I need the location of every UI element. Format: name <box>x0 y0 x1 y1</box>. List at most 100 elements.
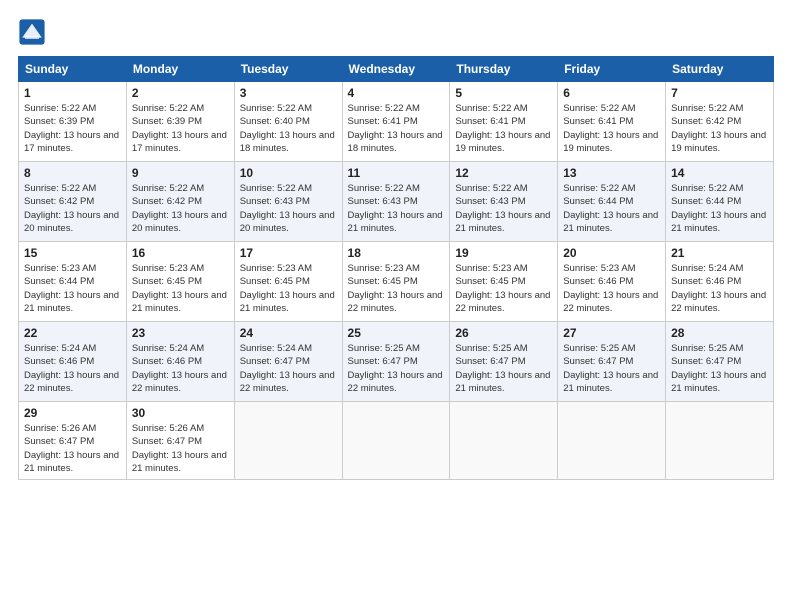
col-header-monday: Monday <box>126 57 234 82</box>
day-number: 3 <box>240 86 337 100</box>
day-info: Sunrise: 5:23 AMSunset: 6:46 PMDaylight:… <box>563 262 660 315</box>
day-number: 28 <box>671 326 768 340</box>
day-info: Sunrise: 5:24 AMSunset: 6:46 PMDaylight:… <box>671 262 768 315</box>
day-info: Sunrise: 5:22 AMSunset: 6:41 PMDaylight:… <box>563 102 660 155</box>
page: SundayMondayTuesdayWednesdayThursdayFrid… <box>0 0 792 612</box>
week-row-2: 8 Sunrise: 5:22 AMSunset: 6:42 PMDaylight… <box>19 162 774 242</box>
day-number: 5 <box>455 86 552 100</box>
calendar-cell: 17 Sunrise: 5:23 AMSunset: 6:45 PMDayligh… <box>234 242 342 322</box>
day-number: 13 <box>563 166 660 180</box>
day-number: 26 <box>455 326 552 340</box>
day-info: Sunrise: 5:22 AMSunset: 6:43 PMDaylight:… <box>455 182 552 235</box>
calendar-cell: 10Sunrise: 5:22 AMSunset: 6:43 PMDayligh… <box>234 162 342 242</box>
calendar-cell: 27Sunrise: 5:25 AMSunset: 6:47 PMDayligh… <box>558 322 666 402</box>
header <box>18 18 774 46</box>
calendar-cell: 2 Sunrise: 5:22 AMSunset: 6:39 PMDaylight… <box>126 82 234 162</box>
day-number: 12 <box>455 166 552 180</box>
day-info: Sunrise: 5:22 AMSunset: 6:41 PMDaylight:… <box>348 102 445 155</box>
day-info: Sunrise: 5:22 AMSunset: 6:43 PMDaylight:… <box>240 182 337 235</box>
day-number: 2 <box>132 86 229 100</box>
day-number: 15 <box>24 246 121 260</box>
calendar-cell: 6 Sunrise: 5:22 AMSunset: 6:41 PMDaylight… <box>558 82 666 162</box>
calendar-cell: 21 Sunrise: 5:24 AMSunset: 6:46 PMDayligh… <box>666 242 774 322</box>
calendar-cell: 26 Sunrise: 5:25 AMSunset: 6:47 PMDayligh… <box>450 322 558 402</box>
calendar-cell: 15 Sunrise: 5:23 AMSunset: 6:44 PMDayligh… <box>19 242 127 322</box>
calendar-cell: 28 Sunrise: 5:25 AMSunset: 6:47 PMDayligh… <box>666 322 774 402</box>
week-row-3: 15 Sunrise: 5:23 AMSunset: 6:44 PMDayligh… <box>19 242 774 322</box>
day-number: 16 <box>132 246 229 260</box>
day-number: 4 <box>348 86 445 100</box>
day-info: Sunrise: 5:26 AMSunset: 6:47 PMDaylight:… <box>24 422 121 475</box>
day-info: Sunrise: 5:22 AMSunset: 6:41 PMDaylight:… <box>455 102 552 155</box>
day-info: Sunrise: 5:23 AMSunset: 6:45 PMDaylight:… <box>240 262 337 315</box>
day-number: 1 <box>24 86 121 100</box>
calendar-cell: 9 Sunrise: 5:22 AMSunset: 6:42 PMDaylight… <box>126 162 234 242</box>
calendar: SundayMondayTuesdayWednesdayThursdayFrid… <box>18 56 774 480</box>
day-number: 9 <box>132 166 229 180</box>
week-row-4: 22 Sunrise: 5:24 AMSunset: 6:46 PMDayligh… <box>19 322 774 402</box>
calendar-cell <box>342 402 450 480</box>
day-info: Sunrise: 5:22 AMSunset: 6:42 PMDaylight:… <box>24 182 121 235</box>
logo <box>18 18 50 46</box>
calendar-cell: 18 Sunrise: 5:23 AMSunset: 6:45 PMDayligh… <box>342 242 450 322</box>
day-info: Sunrise: 5:24 AMSunset: 6:46 PMDaylight:… <box>132 342 229 395</box>
calendar-cell: 19 Sunrise: 5:23 AMSunset: 6:45 PMDayligh… <box>450 242 558 322</box>
day-number: 14 <box>671 166 768 180</box>
day-info: Sunrise: 5:25 AMSunset: 6:47 PMDaylight:… <box>671 342 768 395</box>
calendar-cell: 24 Sunrise: 5:24 AMSunset: 6:47 PMDayligh… <box>234 322 342 402</box>
day-number: 6 <box>563 86 660 100</box>
day-info: Sunrise: 5:22 AMSunset: 6:39 PMDaylight:… <box>24 102 121 155</box>
calendar-cell: 23Sunrise: 5:24 AMSunset: 6:46 PMDayligh… <box>126 322 234 402</box>
day-number: 19 <box>455 246 552 260</box>
calendar-cell: 1 Sunrise: 5:22 AMSunset: 6:39 PMDaylight… <box>19 82 127 162</box>
calendar-cell: 12 Sunrise: 5:22 AMSunset: 6:43 PMDayligh… <box>450 162 558 242</box>
col-header-sunday: Sunday <box>19 57 127 82</box>
calendar-cell: 25Sunrise: 5:25 AMSunset: 6:47 PMDayligh… <box>342 322 450 402</box>
calendar-cell <box>234 402 342 480</box>
day-number: 20 <box>563 246 660 260</box>
day-number: 11 <box>348 166 445 180</box>
logo-icon <box>18 18 46 46</box>
day-number: 27 <box>563 326 660 340</box>
day-info: Sunrise: 5:22 AMSunset: 6:44 PMDaylight:… <box>671 182 768 235</box>
day-number: 21 <box>671 246 768 260</box>
day-number: 18 <box>348 246 445 260</box>
header-row: SundayMondayTuesdayWednesdayThursdayFrid… <box>19 57 774 82</box>
day-info: Sunrise: 5:24 AMSunset: 6:46 PMDaylight:… <box>24 342 121 395</box>
calendar-cell: 4 Sunrise: 5:22 AMSunset: 6:41 PMDaylight… <box>342 82 450 162</box>
day-number: 17 <box>240 246 337 260</box>
day-info: Sunrise: 5:24 AMSunset: 6:47 PMDaylight:… <box>240 342 337 395</box>
calendar-cell: 8 Sunrise: 5:22 AMSunset: 6:42 PMDaylight… <box>19 162 127 242</box>
day-info: Sunrise: 5:22 AMSunset: 6:43 PMDaylight:… <box>348 182 445 235</box>
day-number: 24 <box>240 326 337 340</box>
calendar-cell <box>666 402 774 480</box>
calendar-cell: 11 Sunrise: 5:22 AMSunset: 6:43 PMDayligh… <box>342 162 450 242</box>
day-number: 25 <box>348 326 445 340</box>
day-number: 29 <box>24 406 121 420</box>
calendar-cell: 13Sunrise: 5:22 AMSunset: 6:44 PMDayligh… <box>558 162 666 242</box>
day-info: Sunrise: 5:23 AMSunset: 6:45 PMDaylight:… <box>348 262 445 315</box>
day-info: Sunrise: 5:22 AMSunset: 6:40 PMDaylight:… <box>240 102 337 155</box>
calendar-cell: 22 Sunrise: 5:24 AMSunset: 6:46 PMDayligh… <box>19 322 127 402</box>
calendar-cell: 29 Sunrise: 5:26 AMSunset: 6:47 PMDayligh… <box>19 402 127 480</box>
calendar-cell: 14 Sunrise: 5:22 AMSunset: 6:44 PMDayligh… <box>666 162 774 242</box>
col-header-wednesday: Wednesday <box>342 57 450 82</box>
calendar-cell: 30Sunrise: 5:26 AMSunset: 6:47 PMDayligh… <box>126 402 234 480</box>
col-header-saturday: Saturday <box>666 57 774 82</box>
day-info: Sunrise: 5:22 AMSunset: 6:39 PMDaylight:… <box>132 102 229 155</box>
col-header-thursday: Thursday <box>450 57 558 82</box>
day-info: Sunrise: 5:26 AMSunset: 6:47 PMDaylight:… <box>132 422 229 475</box>
day-number: 8 <box>24 166 121 180</box>
col-header-friday: Friday <box>558 57 666 82</box>
day-info: Sunrise: 5:25 AMSunset: 6:47 PMDaylight:… <box>455 342 552 395</box>
day-info: Sunrise: 5:22 AMSunset: 6:42 PMDaylight:… <box>132 182 229 235</box>
day-number: 22 <box>24 326 121 340</box>
day-number: 7 <box>671 86 768 100</box>
calendar-cell: 20 Sunrise: 5:23 AMSunset: 6:46 PMDayligh… <box>558 242 666 322</box>
day-info: Sunrise: 5:23 AMSunset: 6:45 PMDaylight:… <box>455 262 552 315</box>
calendar-cell <box>558 402 666 480</box>
calendar-cell: 3 Sunrise: 5:22 AMSunset: 6:40 PMDaylight… <box>234 82 342 162</box>
day-info: Sunrise: 5:23 AMSunset: 6:44 PMDaylight:… <box>24 262 121 315</box>
week-row-1: 1 Sunrise: 5:22 AMSunset: 6:39 PMDaylight… <box>19 82 774 162</box>
calendar-cell: 7Sunrise: 5:22 AMSunset: 6:42 PMDaylight… <box>666 82 774 162</box>
